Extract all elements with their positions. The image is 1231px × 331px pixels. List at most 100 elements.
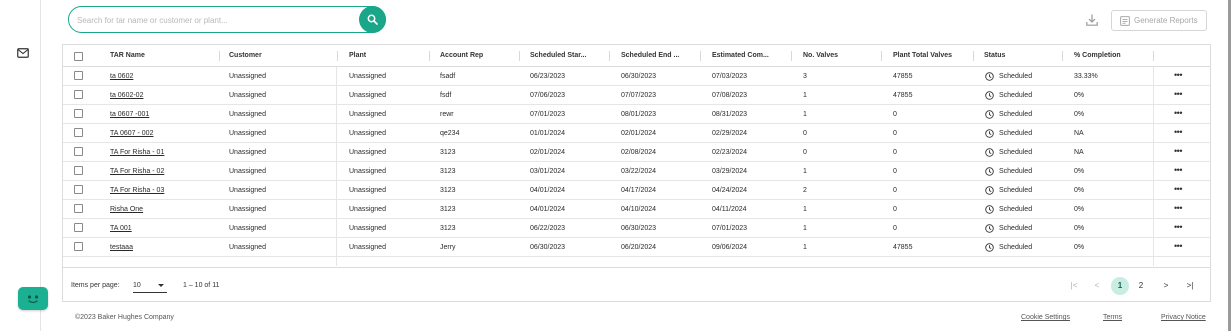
scheduled-start-cell: 01/01/2024	[530, 130, 566, 137]
plant-total-valves-cell: 47855	[893, 244, 913, 251]
account-rep-cell: 3123	[440, 225, 456, 232]
row-checkbox[interactable]	[74, 109, 83, 118]
status-cell: Scheduled	[999, 111, 1033, 118]
row-actions-button[interactable]: •••	[1171, 89, 1185, 99]
row-actions-button[interactable]: •••	[1171, 222, 1185, 232]
customer-cell: Unassigned	[229, 187, 266, 194]
table-row[interactable]: TA 001 Unassigned Unassigned 3123 06/22/…	[63, 219, 1210, 238]
table-row[interactable]: Risha One Unassigned Unassigned 3123 04/…	[63, 200, 1210, 219]
row-checkbox[interactable]	[74, 166, 83, 175]
row-checkbox[interactable]	[74, 223, 83, 232]
column-header-scheduled-end[interactable]: Scheduled End ...	[621, 52, 679, 59]
completion-cell: 0%	[1074, 168, 1085, 175]
items-per-page-select[interactable]: 10	[133, 279, 167, 293]
completion-cell: NA	[1074, 130, 1084, 137]
column-header-plant-total-valves[interactable]: Plant Total Valves	[893, 52, 952, 59]
scheduled-start-cell: 07/06/2023	[530, 92, 566, 99]
scheduled-start-cell: 06/23/2023	[530, 73, 566, 80]
row-actions-button[interactable]: •••	[1171, 241, 1185, 251]
row-checkbox[interactable]	[74, 185, 83, 194]
column-header-scheduled-start[interactable]: Scheduled Star...	[530, 52, 586, 59]
table-row[interactable]: TA For Risha - 03 Unassigned Unassigned …	[63, 181, 1210, 200]
estimated-completion-cell: 09/06/2024	[712, 244, 748, 251]
table-row[interactable]: testaaa Unassigned Unassigned Jerry 06/3…	[63, 238, 1210, 257]
scheduled-end-cell: 04/10/2024	[621, 206, 657, 213]
row-actions-button[interactable]: •••	[1171, 70, 1185, 80]
row-actions-button[interactable]: •••	[1171, 146, 1185, 156]
search-button[interactable]	[359, 6, 386, 33]
table-header: TAR Name Customer Plant Account Rep Sche…	[63, 45, 1210, 67]
column-divider	[700, 51, 701, 61]
download-icon[interactable]	[1086, 14, 1098, 26]
plant-cell: Unassigned	[349, 187, 386, 194]
next-page-button[interactable]: >	[1157, 277, 1175, 295]
plant-total-valves-cell: 0	[893, 111, 897, 118]
search-icon	[367, 14, 378, 25]
row-actions-button[interactable]: •••	[1171, 203, 1185, 213]
row-checkbox[interactable]	[74, 71, 83, 80]
table-row[interactable]: ta 0602 Unassigned Unassigned fsadf 06/2…	[63, 67, 1210, 86]
tar-name-link[interactable]: TA For Risha - 01	[110, 149, 164, 156]
row-actions-button[interactable]: •••	[1171, 127, 1185, 137]
column-header-tar-name[interactable]: TAR Name	[110, 52, 145, 59]
select-all-checkbox[interactable]	[74, 52, 83, 61]
chat-bot-button[interactable]	[18, 287, 48, 310]
scheduled-start-cell: 07/01/2023	[530, 111, 566, 118]
page-button-1[interactable]: 1	[1111, 277, 1129, 295]
no-valves-cell: 3	[803, 73, 807, 80]
generate-reports-button[interactable]: Generate Reports	[1111, 10, 1207, 31]
completion-cell: 0%	[1074, 206, 1085, 213]
tar-name-link[interactable]: TA For Risha - 03	[110, 187, 164, 194]
row-checkbox[interactable]	[74, 147, 83, 156]
row-checkbox[interactable]	[74, 242, 83, 251]
scheduled-start-cell: 06/30/2023	[530, 244, 566, 251]
table-row[interactable]: TA 0607 - 002 Unassigned Unassigned qe23…	[63, 124, 1210, 143]
row-checkbox[interactable]	[74, 204, 83, 213]
table-row[interactable]: ta 0607 -001 Unassigned Unassigned rewr …	[63, 105, 1210, 124]
tar-name-link[interactable]: TA 0607 - 002	[110, 130, 153, 137]
tar-name-link[interactable]: TA 001	[110, 225, 132, 232]
tar-name-link[interactable]: ta 0602-02	[110, 92, 143, 99]
account-rep-cell: Jerry	[440, 244, 456, 251]
column-header-customer[interactable]: Customer	[229, 52, 262, 59]
status-cell: Scheduled	[999, 73, 1033, 80]
items-per-page-label: Items per page:	[71, 282, 120, 289]
search-input[interactable]	[77, 12, 357, 28]
privacy-notice-link[interactable]: Privacy Notice	[1161, 314, 1206, 321]
terms-link[interactable]: Terms	[1103, 314, 1122, 321]
status-cell: Scheduled	[999, 244, 1033, 251]
page-button-2[interactable]: 2	[1132, 277, 1150, 295]
account-rep-cell: 3123	[440, 206, 456, 213]
column-header-account-rep[interactable]: Account Rep	[440, 52, 483, 59]
row-checkbox[interactable]	[74, 128, 83, 137]
table-row[interactable]: TA For Risha - 02 Unassigned Unassigned …	[63, 162, 1210, 181]
cookie-settings-link[interactable]: Cookie Settings	[1021, 314, 1070, 321]
row-actions-button[interactable]: •••	[1171, 184, 1185, 194]
first-page-button[interactable]: |<	[1065, 277, 1083, 295]
tar-name-link[interactable]: ta 0602	[110, 73, 133, 80]
generate-reports-label: Generate Reports	[1134, 16, 1198, 25]
column-divider	[219, 51, 220, 61]
tar-name-link[interactable]: TA For Risha - 02	[110, 168, 164, 175]
status-cell: Scheduled	[999, 225, 1033, 232]
column-header-no-valves[interactable]: No. Valves	[803, 52, 838, 59]
tar-name-link[interactable]: Risha One	[110, 206, 143, 213]
mail-icon[interactable]	[17, 48, 29, 58]
last-page-button[interactable]: >|	[1181, 277, 1199, 295]
row-checkbox[interactable]	[74, 90, 83, 99]
customer-cell: Unassigned	[229, 130, 266, 137]
scheduled-start-cell: 03/01/2024	[530, 168, 566, 175]
table-row[interactable]: TA For Risha - 01 Unassigned Unassigned …	[63, 143, 1210, 162]
scheduled-end-cell: 02/08/2024	[621, 149, 657, 156]
no-valves-cell: 1	[803, 168, 807, 175]
column-header-completion[interactable]: % Completion	[1074, 52, 1121, 59]
row-actions-button[interactable]: •••	[1171, 165, 1185, 175]
column-header-plant[interactable]: Plant	[349, 52, 366, 59]
column-header-estimated-completion[interactable]: Estimated Com...	[712, 52, 769, 59]
column-header-status[interactable]: Status	[984, 52, 1005, 59]
tar-name-link[interactable]: testaaa	[110, 244, 133, 251]
row-actions-button[interactable]: •••	[1171, 108, 1185, 118]
table-row[interactable]: ta 0602-02 Unassigned Unassigned fsdf 07…	[63, 86, 1210, 105]
previous-page-button[interactable]: <	[1088, 277, 1106, 295]
tar-name-link[interactable]: ta 0607 -001	[110, 111, 149, 118]
